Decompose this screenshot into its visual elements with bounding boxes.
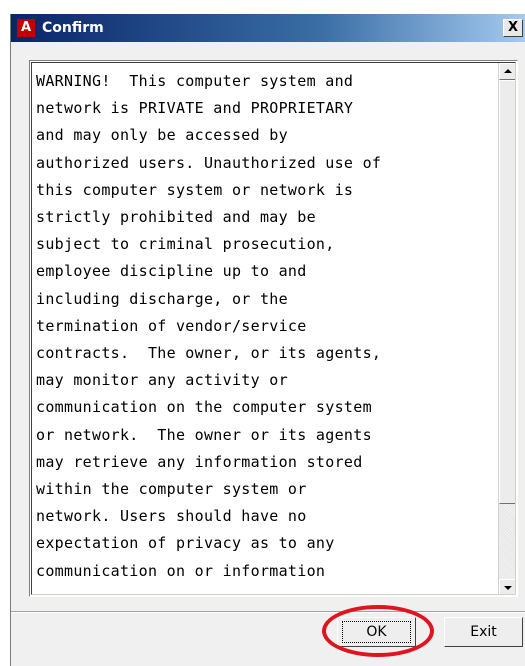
button-separator [11, 611, 525, 613]
close-icon: X [507, 20, 519, 35]
ok-button[interactable]: OK [337, 617, 416, 647]
vertical-scrollbar[interactable] [498, 63, 515, 594]
scroll-down-button[interactable] [499, 579, 515, 594]
dialog-title: Confirm [42, 20, 104, 36]
confirm-dialog: A Confirm X WARNING! This computer syste… [10, 14, 525, 666]
exit-button[interactable]: Exit [444, 617, 523, 647]
ok-button-label: OK [342, 621, 411, 643]
scroll-up-button[interactable] [499, 63, 515, 80]
app-logo-icon: A [17, 19, 35, 37]
warning-message: WARNING! This computer system and networ… [36, 72, 382, 580]
title-bar[interactable]: A Confirm X [11, 14, 525, 42]
scroll-down-arrow-icon [504, 586, 512, 590]
message-scroll-area[interactable]: WARNING! This computer system and networ… [31, 62, 516, 595]
close-button[interactable]: X [503, 19, 523, 37]
scroll-thumb[interactable] [499, 80, 515, 504]
message-box: WARNING! This computer system and networ… [29, 60, 518, 597]
scroll-up-arrow-icon [504, 69, 512, 73]
